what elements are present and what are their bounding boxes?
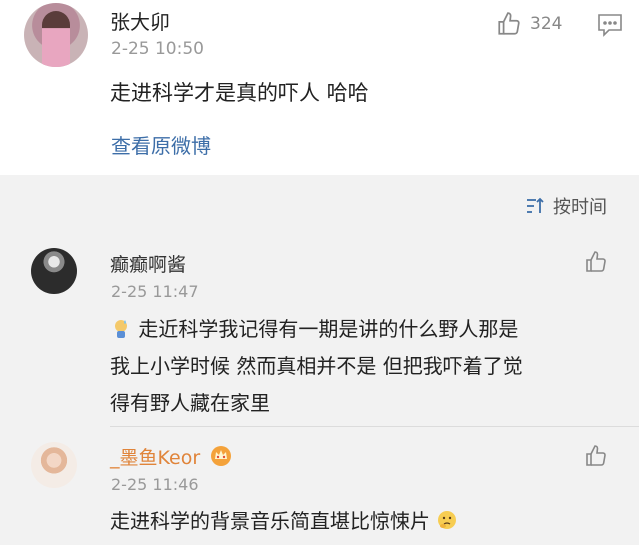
comment-text-line-1: 走近科学我记得有一期是讲的什么野人那是 xyxy=(138,317,519,341)
thumbs-up-icon[interactable] xyxy=(584,250,608,274)
comment-body: 走近科学我记得有一期是讲的什么野人那是 我上小学时候 然而真相并不是 但把我吓着… xyxy=(110,311,610,422)
commenter-avatar[interactable] xyxy=(31,248,77,294)
view-original-link[interactable]: 查看原微博 xyxy=(111,130,211,159)
main-post: 张大卯 2-25 10:50 324 走进科学才是真的吓人 哈哈 查看原微博 xyxy=(0,0,639,175)
weibo-comment-page: 张大卯 2-25 10:50 324 走进科学才是真的吓人 哈哈 查看原微博 按… xyxy=(0,0,639,545)
comment-text-line-3: 得有野人藏在家里 xyxy=(110,391,270,415)
sort-icon xyxy=(527,197,544,213)
post-comment-button[interactable] xyxy=(597,13,623,41)
comment-text-line-2: 我上小学时候 然而真相并不是 但把我吓着了觉 xyxy=(110,354,523,378)
comments-section: 按时间 癫癫啊酱 2-25 11:47 走近科学我记得有一期是讲的什么野人那是 xyxy=(0,175,639,545)
post-text: 走进科学才是真的吓人 哈哈 xyxy=(110,81,369,105)
comment-text: 走进科学的背景音乐简直堪比惊悚片 xyxy=(110,509,430,533)
sort-by-time-button[interactable]: 按时间 xyxy=(525,193,607,219)
comment-timestamp: 2-25 11:46 xyxy=(111,475,199,494)
sort-label: 按时间 xyxy=(553,197,607,218)
comment-item: _墨鱼Keor 2-25 11:46 走进科学的背景音乐简直堪比惊悚片 xyxy=(0,427,639,545)
comment-item: 癫癫啊酱 2-25 11:47 走近科学我记得有一期是讲的什么野人那是 我上小学… xyxy=(0,231,639,426)
post-timestamp: 2-25 10:50 xyxy=(111,39,204,59)
thumbs-up-icon[interactable] xyxy=(584,444,608,468)
sweat-emoji-icon xyxy=(115,320,127,338)
author-avatar[interactable] xyxy=(24,3,88,67)
post-author-name[interactable]: 张大卯 xyxy=(110,6,170,35)
post-like-button[interactable]: 324 xyxy=(496,11,562,37)
crown-icon xyxy=(211,446,232,466)
post-like-count: 324 xyxy=(530,14,563,34)
comment-line: 走近科学我记得有一期是讲的什么野人那是 xyxy=(110,311,610,348)
comment-icon xyxy=(598,14,622,37)
comment-timestamp: 2-25 11:47 xyxy=(111,282,199,301)
commenter-name[interactable]: _墨鱼Keor xyxy=(110,443,233,470)
sort-bar: 按时间 xyxy=(0,175,639,231)
thinking-emoji-icon xyxy=(438,511,457,529)
commenter-name[interactable]: 癫癫啊酱 xyxy=(110,250,186,277)
commenter-avatar[interactable] xyxy=(31,442,77,488)
comment-body: 走进科学的背景音乐简直堪比惊悚片 xyxy=(110,503,610,540)
commenter-name-text: _墨鱼Keor xyxy=(110,447,201,469)
thumbs-up-icon xyxy=(498,12,520,35)
